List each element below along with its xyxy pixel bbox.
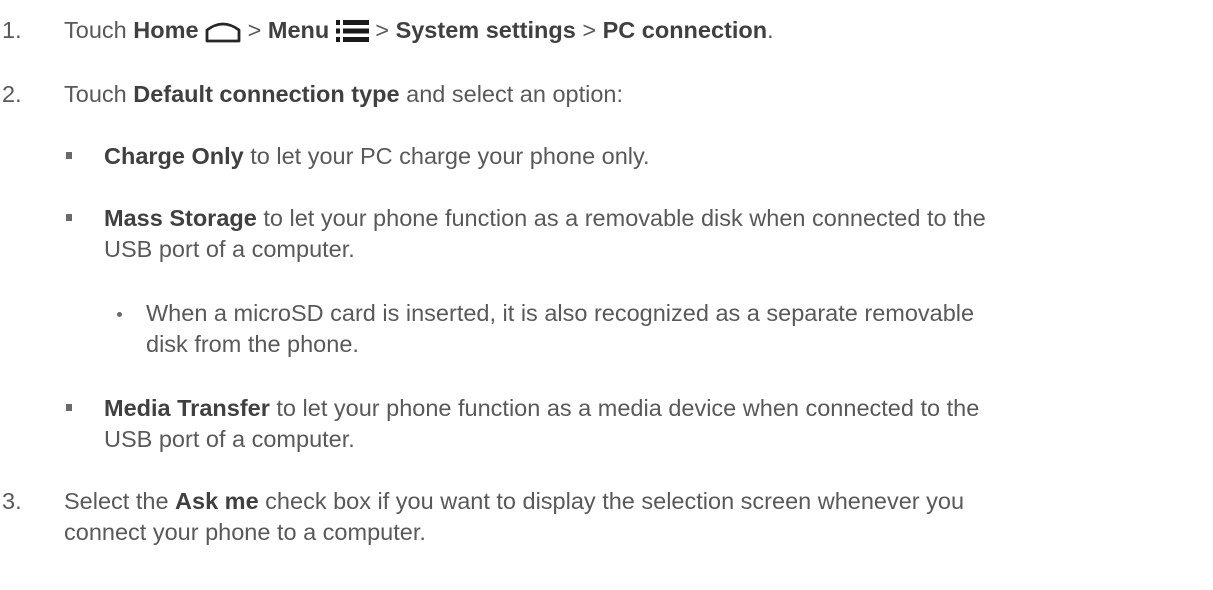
note-line1: When a microSD card is inserted, it is a…: [146, 300, 975, 326]
step-3-line2: connect your phone to a computer.: [64, 519, 426, 545]
option-title: Charge Only: [104, 143, 244, 169]
option-title: Media Transfer: [104, 395, 270, 421]
step-2-text: Touch Default connection type and select…: [64, 79, 623, 109]
default-connection-type-label: Default connection type: [133, 81, 400, 107]
option-description: to let your phone function as a media de…: [269, 395, 980, 421]
option-charge-only: Charge Only to let your PC charge your p…: [104, 141, 650, 171]
step-1-sep1: >: [241, 17, 268, 43]
ask-me-label: Ask me: [175, 488, 259, 514]
bullet-dot: [117, 312, 122, 317]
bullet-square: [66, 404, 72, 411]
bullet-square: [66, 152, 72, 159]
menu-label: Menu: [267, 17, 330, 43]
home-label: Home: [133, 17, 199, 43]
step-1-sep3: >: [575, 17, 603, 43]
pc-connection-label: PC connection: [602, 17, 768, 43]
step-2-number: 2.: [2, 81, 22, 107]
option-media-transfer: Media Transfer to let your phone functio…: [104, 393, 979, 423]
note-line2: disk from the phone.: [146, 331, 359, 357]
bullet-square: [66, 214, 72, 221]
step-3-number: 3.: [2, 488, 22, 514]
step-3-post: check box if you want to display the sel…: [258, 488, 965, 514]
option-title: Mass Storage: [104, 205, 257, 231]
step-1-text: Touch Home > Menu > System settings > PC…: [64, 15, 774, 50]
option-description: to let your PC charge your phone only.: [243, 143, 650, 169]
option-media-transfer-line2: USB port of a computer.: [104, 426, 355, 452]
step-1-end: .: [767, 17, 774, 43]
step-2-pre: Touch: [64, 81, 134, 107]
step-2-post: and select an option:: [399, 81, 624, 107]
step-1-number: 1.: [2, 17, 22, 43]
step-3-text: Select the Ask me check box if you want …: [64, 486, 964, 516]
step-1-pre: Touch: [64, 17, 134, 43]
option-mass-storage-line2: USB port of a computer.: [104, 236, 355, 262]
system-settings-label: System settings: [395, 17, 576, 43]
home-icon: [205, 19, 241, 50]
step-1-sep2: >: [368, 17, 396, 43]
option-mass-storage: Mass Storage to let your phone function …: [104, 203, 986, 233]
menu-icon: [335, 19, 369, 50]
option-description: to let your phone function as a removabl…: [256, 205, 986, 231]
step-3-pre: Select the: [64, 488, 176, 514]
